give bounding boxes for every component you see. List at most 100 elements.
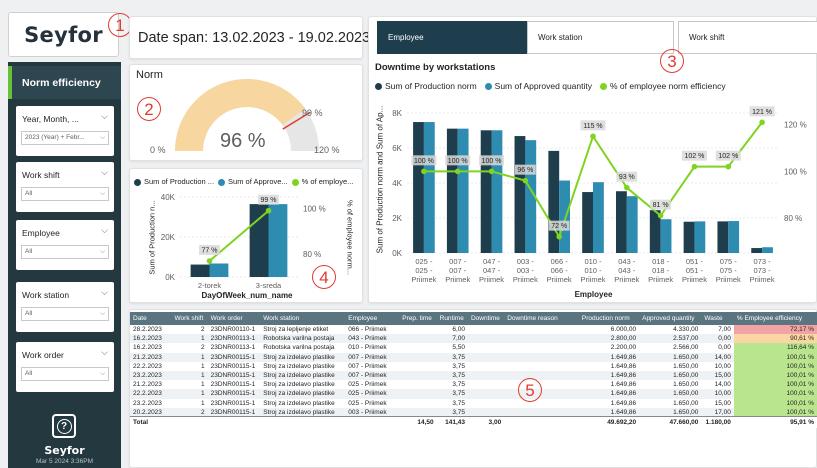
table-row[interactable]: 21.2.2023 1 23DNR00115-1 Stroj za izdelavo … [130,380,817,390]
bar-production-norm[interactable] [190,264,210,277]
help-button[interactable]: ? [52,414,76,438]
col-header[interactable]: Downtime reason [504,312,579,325]
filter-year-month[interactable]: Year, Month, ... ⌵ 2023 (Year) + Febr...… [16,106,114,156]
bar-approved-quantity[interactable] [593,182,604,253]
efficiency-point[interactable] [624,184,630,191]
col-header[interactable]: Prep. time [399,312,437,325]
col-header[interactable]: Approved quantity [639,312,702,325]
col-header[interactable]: Work station [260,312,346,325]
table-cell: 025 - Priimek [348,399,387,407]
bar-approved-quantity[interactable] [423,122,435,253]
col-header[interactable]: Runtime [436,312,468,325]
filter-work-order[interactable]: Work order ⌵ All ⌵ [16,342,114,392]
bar-production-norm[interactable] [751,248,763,253]
col-header[interactable]: Downtime [467,312,505,325]
bar-production-norm[interactable] [683,221,695,253]
bar-approved-quantity[interactable] [209,263,229,277]
bar-production-norm[interactable] [413,122,424,253]
efficiency-point[interactable] [421,168,427,175]
chevron-down-icon: ⌵ [100,134,105,141]
filter-employee[interactable]: Employee ⌵ All ⌵ [16,220,114,270]
bar-approved-quantity[interactable] [268,204,288,277]
table-cell: 116,64 % [733,343,817,353]
table-row[interactable]: 16.2.2023 2 23DNR00113-1 Robotska varilna p… [130,343,817,353]
filter-dropdown[interactable]: All ⌵ [21,245,109,259]
x-tick-label: Priimek [547,275,572,284]
bar-production-norm[interactable] [717,221,729,253]
chevron-down-icon[interactable]: ⌵ [101,167,108,178]
bar-approved-quantity[interactable] [762,247,773,253]
table-row[interactable]: 28.2.2023 2 23DNR00110-1 Stroj za lepljenje… [130,325,817,335]
table-cell: 17,00 [701,407,734,417]
bar-approved-quantity[interactable] [660,219,672,253]
x-tick-label: Priimek [750,275,775,284]
efficiency-point[interactable] [657,212,664,219]
gauge-value-label: 96 % [220,130,266,152]
chevron-down-icon[interactable]: ⌵ [101,287,108,298]
efficiency-point[interactable] [759,119,765,126]
bar-approved-quantity[interactable] [457,128,469,253]
filter-work-station[interactable]: Work station ⌵ All ⌵ [16,282,114,332]
nav-item-norm-efficiency[interactable]: Norm efficiency [8,66,121,99]
bar-production-norm[interactable] [514,136,526,253]
bar-production-norm[interactable] [446,128,458,253]
efficiency-point[interactable] [265,207,272,214]
bar-approved-quantity[interactable] [491,130,503,253]
y-tick-label: 8K [392,109,402,118]
table-cell: 0,00 [701,334,734,344]
filter-dropdown[interactable]: All ⌵ [21,187,109,201]
filter-dropdown[interactable]: 2023 (Year) + Febr... ⌵ [21,131,109,145]
efficiency-point[interactable] [556,233,562,240]
gauge-min-label: 0 % [150,145,166,155]
table-row[interactable]: 16.2.2023 1 23DNR00113-1 Robotska varilna p… [130,334,817,344]
table-row[interactable]: 21.2.2023 1 23DNR00115-1 Stroj za izdelavo … [130,352,817,362]
bar-production-norm[interactable] [615,191,627,253]
efficiency-point[interactable] [454,168,461,175]
efficiency-point[interactable] [691,163,698,170]
table-cell: 1 [200,399,205,407]
col-header[interactable]: Date [130,312,172,325]
chevron-down-icon[interactable]: ⌵ [101,225,108,236]
col-header[interactable]: Production norm [578,312,640,325]
y2-tick-label: 120 % [784,121,807,130]
col-header[interactable]: % Employee efficiency [733,312,817,325]
col-header[interactable]: Employee [345,312,400,325]
efficiency-point[interactable] [590,133,596,140]
efficiency-point[interactable] [206,258,213,264]
x-tick-label: 051 - [686,257,704,266]
filter-dropdown[interactable]: All ⌵ [21,307,109,321]
table-row[interactable]: 20.2.2023 2 23DNR00115-1 Stroj za izdelavo … [130,407,817,417]
table-cell: 100,01 % [733,370,817,381]
bar-approved-quantity[interactable] [694,221,706,253]
bar-approved-quantity[interactable] [559,180,571,253]
table-row[interactable]: 23.2.2023 1 23DNR00115-1 Stroj za izdelavo … [130,370,817,381]
col-header[interactable]: Work shift [171,312,208,325]
table-cell: 20.2.2023 [130,407,172,417]
filter-dropdown[interactable]: All ⌵ [21,367,109,381]
table-row[interactable]: 22.2.2023 1 23DNR00115-1 Stroj za izdelavo … [130,389,817,399]
col-header[interactable]: Waste [701,312,734,325]
data-label: 99 % [261,197,277,204]
table-cell: 4.330,00 [673,326,699,334]
filter-work-shift[interactable]: Work shift ⌵ All ⌵ [16,162,114,212]
x-tick-label: 007 - [449,266,467,275]
bar-approved-quantity[interactable] [626,196,638,253]
table-cell: 025 - Priimek [348,381,387,389]
bar-production-norm[interactable] [480,130,492,253]
x-tick-label: 007 - [449,257,467,266]
bar-approved-quantity[interactable] [728,221,740,253]
bar-production-norm[interactable] [582,192,593,253]
filter-value: 2023 (Year) + Febr... [25,134,85,141]
chevron-down-icon[interactable]: ⌵ [101,347,108,358]
efficiency-point[interactable] [522,177,529,184]
bar-production-norm[interactable] [249,204,269,277]
table-row[interactable]: 23.2.2023 1 23DNR00115-1 Stroj za izdelavo … [130,398,817,408]
efficiency-point[interactable] [725,163,732,170]
efficiency-point[interactable] [488,168,495,175]
table-cell: 7,00 [436,334,468,344]
data-label: 121 % [752,109,772,116]
x-tick-label: 010 - [584,257,602,266]
table-row[interactable]: 22.2.2023 1 23DNR00115-1 Stroj za izdelavo … [130,361,817,371]
chevron-down-icon[interactable]: ⌵ [101,111,108,122]
col-header[interactable]: Work order [207,312,261,325]
